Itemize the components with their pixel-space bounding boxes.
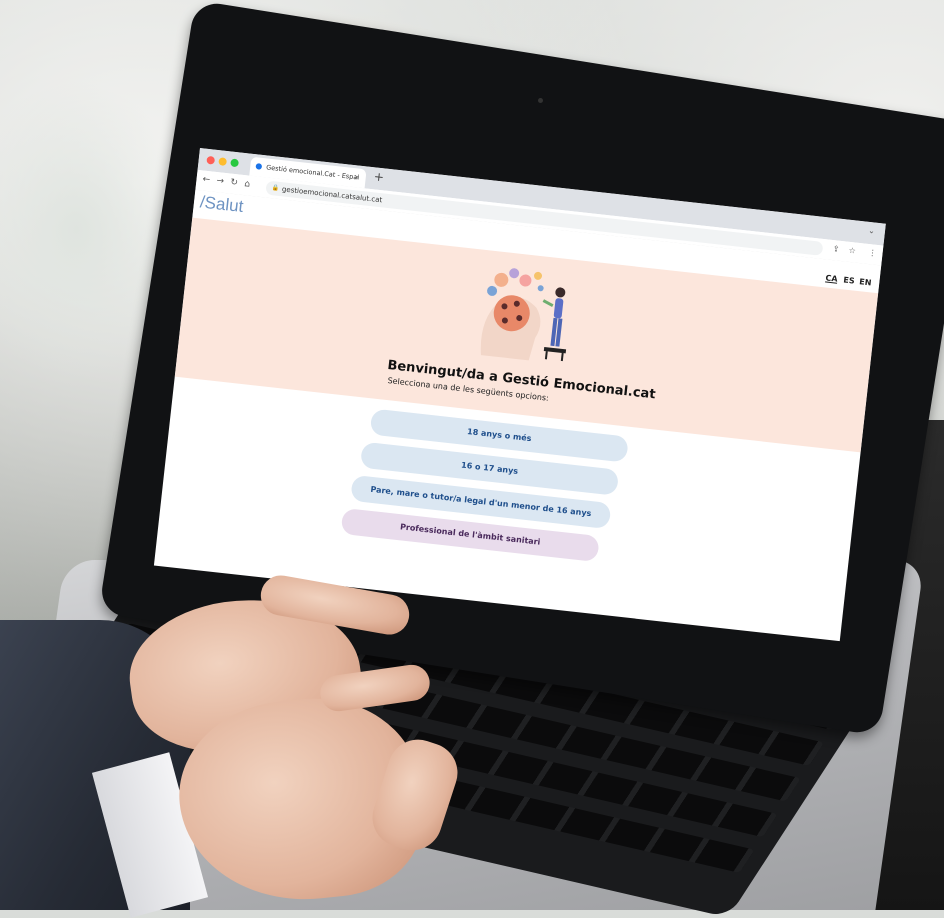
window-maximize-dot[interactable] <box>230 158 239 168</box>
back-icon[interactable]: ← <box>202 175 211 186</box>
window-minimize-dot[interactable] <box>218 157 228 166</box>
lang-en[interactable]: EN <box>859 277 872 287</box>
salut-logo[interactable]: /Salut <box>199 192 244 217</box>
reload-icon[interactable]: ↻ <box>230 178 239 189</box>
menu-icon[interactable]: ⋮ <box>868 248 877 258</box>
tab-close-icon[interactable]: × <box>353 168 361 188</box>
tab-list-chevron-icon[interactable]: ⌄ <box>868 226 876 236</box>
lang-ca[interactable]: CA <box>825 273 838 283</box>
lock-icon: 🔒 <box>271 184 280 192</box>
lang-es[interactable]: ES <box>843 275 855 285</box>
star-icon[interactable]: ☆ <box>848 246 856 256</box>
webcam <box>538 98 543 103</box>
tab-favicon-icon: ● <box>254 161 263 171</box>
home-icon[interactable]: ⌂ <box>244 179 251 190</box>
laptop-screen: ● Gestió emocional.Cat - Espai × + ⌄ ← →… <box>153 148 886 642</box>
share-icon[interactable]: ⇪ <box>832 244 840 254</box>
window-close-dot[interactable] <box>206 155 216 165</box>
new-tab-button[interactable]: + <box>373 169 385 184</box>
emotional-garden-illustration <box>480 268 567 362</box>
forward-icon[interactable]: → <box>216 176 225 187</box>
